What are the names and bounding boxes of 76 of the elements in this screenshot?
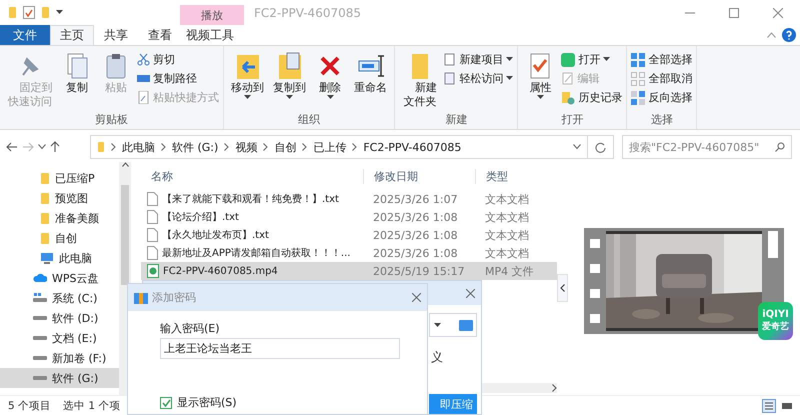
ribbon-tab[interactable]: 文件 bbox=[0, 25, 50, 45]
ribbon-button[interactable]: 复制路径 bbox=[137, 70, 220, 87]
ribbon-button[interactable]: 复制到 bbox=[270, 49, 310, 112]
address-bar[interactable]: 此电脑 软件 (G:) 视频 自创 已上传 FC2-PPV-4607085 bbox=[90, 135, 614, 159]
file-row[interactable]: FC2-PPV-4607085.mp4 2025/5/19 15:17 MP4 文件 bbox=[141, 262, 557, 280]
type-cell-text: MP4 文件 bbox=[484, 264, 535, 278]
ribbon-button[interactable]: 打开 bbox=[561, 51, 622, 68]
breadcrumb[interactable]: 自创 bbox=[274, 140, 296, 154]
group-label: 新建 bbox=[444, 112, 468, 127]
ribbon-button[interactable]: 复制 bbox=[59, 49, 96, 112]
file-name: 最新地址及APP请发邮箱自动获取！！！... bbox=[162, 246, 350, 260]
file-row[interactable]: 最新地址及APP请发邮箱自动获取！！！... 2025/3/26 1:08 文本文档 bbox=[141, 244, 557, 262]
nav-item[interactable]: 此电脑 bbox=[0, 248, 119, 268]
window-title: FC2-PPV-4607085 bbox=[253, 6, 362, 20]
breadcrumb[interactable]: 视频 bbox=[235, 140, 258, 154]
file-row[interactable]: 【永久地址发布页】.txt 2025/3/26 1:08 文本文档 bbox=[141, 226, 557, 244]
option-label: 义 bbox=[430, 349, 444, 366]
badge-text: 爱奇艺 bbox=[762, 321, 789, 334]
column-header[interactable]: 修改日期 bbox=[363, 168, 475, 184]
column-header[interactable]: 类型 bbox=[475, 168, 545, 184]
group-label: 选择 bbox=[650, 112, 674, 127]
file-name: 【来了就能下载和观看！纯免费！】.txt bbox=[162, 192, 339, 206]
group-label: 剪贴板 bbox=[94, 112, 130, 127]
file-name: FC2-PPV-4607085.mp4 bbox=[163, 266, 278, 276]
nav-item[interactable]: 软件 (D:) bbox=[0, 308, 119, 328]
ribbon-tab[interactable]: 主页 bbox=[50, 25, 94, 45]
date-cell-text: 2025/3/26 1:08 bbox=[372, 228, 459, 242]
group-label: 打开 bbox=[560, 112, 584, 127]
checkbox-label[interactable]: 显示密码(S) bbox=[177, 395, 237, 410]
file-name: 【论坛介绍】.txt bbox=[162, 210, 239, 224]
dialog-title: 添加密码 bbox=[152, 290, 197, 305]
ribbon-button[interactable]: 移动到 bbox=[228, 49, 268, 112]
ribbon-button[interactable]: 全部取消 bbox=[631, 70, 692, 87]
ribbon-button[interactable]: 删除 bbox=[312, 49, 348, 112]
file-row[interactable]: 【论坛介绍】.txt 2025/3/26 1:08 文本文档 bbox=[141, 208, 557, 226]
selection-count: 选中 1 个项 bbox=[63, 398, 120, 412]
breadcrumb[interactable]: 已上传 bbox=[313, 140, 346, 154]
column-header[interactable]: 名称 bbox=[141, 168, 363, 184]
nav-item[interactable]: 新加卷 (F:) bbox=[0, 348, 119, 368]
ribbon-button[interactable]: 全部选择 bbox=[631, 51, 692, 68]
ribbon-button[interactable]: 历史记录 bbox=[561, 89, 622, 106]
file-name: 【永久地址发布页】.txt bbox=[162, 228, 269, 242]
nav-item[interactable]: 自创 bbox=[0, 228, 119, 248]
date-cell-text: 2025/5/19 15:17 bbox=[372, 264, 466, 278]
ribbon-button[interactable]: 新建文件夹 bbox=[399, 49, 440, 112]
date-cell-text: 2025/3/26 1:08 bbox=[372, 210, 459, 224]
search-field[interactable]: 搜索"FC2-PPV-4607085" bbox=[622, 135, 792, 159]
nav-item[interactable]: 软件 (G:) bbox=[0, 368, 119, 388]
breadcrumb[interactable]: FC2-PPV-4607085 bbox=[363, 140, 462, 154]
group-label: 组织 bbox=[297, 112, 322, 127]
breadcrumb[interactable]: 此电脑 bbox=[122, 140, 155, 154]
type-cell-text: 文本文档 bbox=[484, 192, 530, 206]
breadcrumb[interactable]: 软件 (G:) bbox=[172, 140, 218, 154]
nav-item[interactable]: 预览图 bbox=[0, 188, 119, 208]
ribbon-button[interactable]: 反向选择 bbox=[631, 89, 692, 106]
field-label: 输入密码(E) bbox=[160, 321, 221, 336]
nav-item[interactable]: 已压缩P bbox=[0, 168, 119, 188]
ribbon-button[interactable]: 新建项目 bbox=[443, 51, 514, 68]
type-cell-text: 文本文档 bbox=[484, 210, 530, 224]
password-field[interactable]: 上老王论坛当老王 bbox=[160, 338, 400, 359]
ribbon-button[interactable]: 属性 bbox=[522, 49, 558, 112]
nav-item[interactable]: 系统 (C:) bbox=[0, 288, 119, 308]
nav-item[interactable]: 准备美颜 bbox=[0, 208, 119, 228]
date-cell-text: 2025/3/26 1:08 bbox=[372, 246, 459, 260]
nav-item[interactable]: WPS云盘 bbox=[0, 268, 119, 288]
type-cell-text: 文本文档 bbox=[484, 246, 530, 260]
nav-item[interactable]: 文档 (E:) bbox=[0, 328, 119, 348]
item-count: 5 个项目 bbox=[8, 398, 52, 412]
ribbon-button[interactable]: 剪切 bbox=[137, 51, 220, 68]
type-cell-text: 文本文档 bbox=[484, 228, 530, 242]
file-row[interactable]: 【来了就能下载和观看！纯免费！】.txt 2025/3/26 1:07 文本文档 bbox=[141, 190, 557, 208]
ribbon-button[interactable]: 轻松访问 bbox=[443, 70, 514, 87]
date-cell-text: 2025/3/26 1:07 bbox=[372, 192, 459, 206]
ribbon-button[interactable]: 重命名 bbox=[351, 49, 390, 112]
badge-text: iQIYI bbox=[762, 308, 789, 321]
context-tab-label: 播放 bbox=[180, 5, 244, 25]
